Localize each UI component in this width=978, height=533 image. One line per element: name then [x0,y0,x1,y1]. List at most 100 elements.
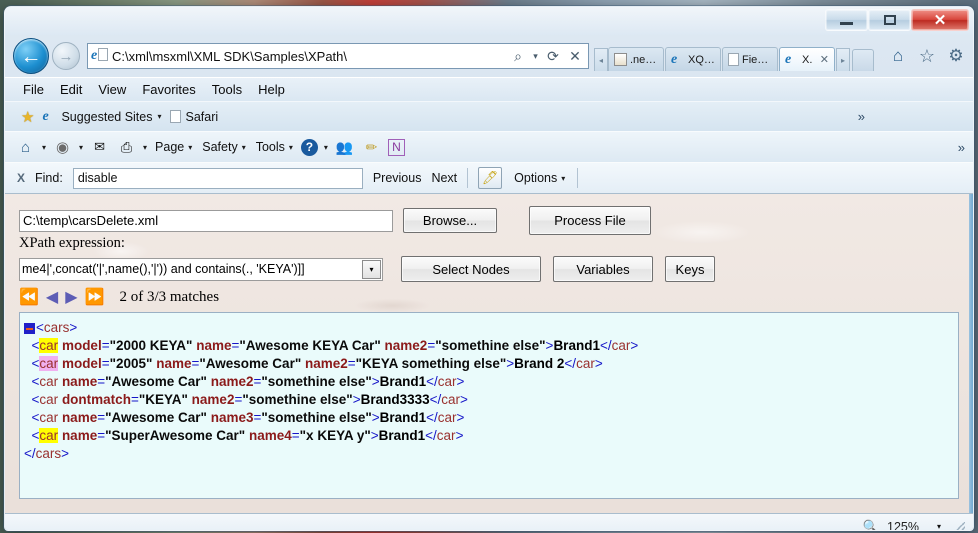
next-match-icon[interactable]: ▶ [65,289,77,306]
command-bar-overflow-icon[interactable]: » [958,140,965,155]
xpath-row: me4|',concat('|',name(),'|')) and contai… [19,256,715,282]
feeds-dropdown-icon[interactable]: ▾ [79,143,83,152]
menu-favorites[interactable]: Favorites [142,82,195,97]
forward-button[interactable]: → [52,42,80,70]
tab-close-icon[interactable]: ✕ [820,53,829,66]
page-content: C:\temp\carsDelete.xml Browse... Process… [5,194,973,513]
chevron-down-icon[interactable]: ▾ [362,259,381,279]
menu-bar: File Edit View Favorites Tools Help [5,77,973,101]
tools-menu[interactable]: Tools ▾ [254,140,295,154]
xpath-expression-input[interactable]: me4|',concat('|',name(),'|')) and contai… [20,259,362,280]
address-bar[interactable]: e C:\xml\msxml\XML SDK\Samples\XPath\ ⌕ … [87,43,589,69]
page-menu-label: Page [155,140,185,154]
match-navigation-row: ⏪ ◀ ▶ ⏩ 2 of 3/3 matches [19,289,219,306]
file-path-input[interactable]: C:\temp\carsDelete.xml [19,209,393,232]
tab-scroll-right-button[interactable]: ▸ [836,48,850,71]
back-arrow-icon: ← [20,44,42,68]
search-dropdown-icon[interactable]: ▾ [529,45,542,67]
print-icon[interactable]: ⎙ [116,137,137,157]
forward-arrow-icon: → [58,47,74,65]
xml-line: <car name="SuperAwesome Car" name4="x KE… [31,428,464,443]
tab-dotnet[interactable]: .ne… [608,47,664,71]
find-label: Find: [35,171,63,185]
menu-help[interactable]: Help [258,82,285,97]
xml-viewer[interactable]: <cars> <car model="2000 KEYA" name="Awes… [19,312,959,499]
close-button[interactable]: ✕ [911,9,969,31]
highlighter-pen-icon[interactable]: ✏ [361,137,382,157]
previous-match-icon[interactable]: ◀ [46,289,58,306]
home-dropdown-icon[interactable]: ▾ [42,143,46,152]
help-dropdown-icon[interactable]: ▾ [324,143,328,152]
resize-grip[interactable] [955,521,965,530]
find-previous-button[interactable]: Previous [373,171,422,185]
favorites-suggested-sites[interactable]: e Suggested Sites ▾ [42,108,162,124]
divider [577,168,579,188]
safety-menu-label: Safety [202,140,238,154]
print-dropdown-icon[interactable]: ▾ [143,143,147,152]
rss-feeds-icon[interactable]: ◉ [52,137,73,157]
browse-button[interactable]: Browse... [403,208,497,233]
help-icon[interactable]: ? [300,138,318,156]
find-input[interactable]: disable [72,167,363,189]
xml-line: <car name="Awesome Car" name3="somethine… [31,410,465,425]
xpath-expression-label: XPath expression: [19,235,125,251]
search-icon[interactable]: ⌕ [507,45,529,67]
collapse-toggle-icon[interactable] [24,322,35,334]
tab-scroll-left-button[interactable]: ◂ [594,48,608,71]
xml-tag-name: car [39,410,59,425]
maximize-button[interactable] [868,9,911,31]
home-icon[interactable]: ⌂ [887,45,909,67]
xpath-expression-combobox[interactable]: me4|',concat('|',name(),'|')) and contai… [19,257,383,281]
menu-tools[interactable]: Tools [212,82,242,97]
highlighter-icon: 🖊 [481,170,499,185]
stop-icon[interactable]: ✕ [564,45,586,67]
keys-button[interactable]: Keys [665,256,715,282]
tab-fie[interactable]: Fie… [722,47,778,71]
internet-explorer-window: ✕ ← → e C:\xml\msxml\XML SDK\Samples\XPa… [4,6,974,531]
process-file-button[interactable]: Process File [529,206,651,235]
variables-button[interactable]: Variables [553,256,653,282]
ie-icon: e [42,108,49,124]
home-icon[interactable]: ⌂ [15,137,36,157]
xml-tag-name: car [39,428,59,443]
favorites-overflow-icon[interactable]: » [858,109,865,124]
back-button[interactable]: ← [13,38,49,74]
command-bar: ⌂ ▾ ◉ ▾ ✉ ⎙ ▾ Page ▾ Safety ▾ Tools ▾ ? … [5,131,973,162]
chevron-down-icon[interactable]: ▾ [158,112,162,121]
favorites-star-icon[interactable]: ☆ [916,45,938,67]
menu-view[interactable]: View [98,82,126,97]
menu-file[interactable]: File [23,82,44,97]
tab-x-active[interactable]: e X. ✕ [779,47,835,71]
safety-menu[interactable]: Safety ▾ [200,140,247,154]
minimize-button[interactable] [825,9,868,31]
onenote-icon[interactable]: N [387,138,405,156]
favorites-safari[interactable]: Safari [169,110,218,124]
find-close-icon[interactable]: X [17,171,25,185]
title-bar: ✕ [5,7,973,35]
select-nodes-button[interactable]: Select Nodes [401,256,541,282]
xml-tag-name: car [39,374,59,389]
zoom-icon[interactable]: 🔍 [863,519,879,531]
messenger-icon[interactable]: 👥 [334,137,355,157]
gear-icon[interactable]: ⚙ [945,45,967,67]
status-bar: 🔍 125% ▾ [5,513,973,531]
new-tab-button[interactable] [852,49,874,71]
tab-label: .ne… [630,53,657,66]
first-match-icon[interactable]: ⏪ [19,289,39,306]
page-menu[interactable]: Page ▾ [153,140,194,154]
navigation-right-icons: ⌂ ☆ ⚙ [887,45,967,67]
last-match-icon[interactable]: ⏩ [85,289,105,306]
menu-edit[interactable]: Edit [60,82,82,97]
page-scrollbar[interactable] [969,194,973,513]
tab-xq[interactable]: e XQ… [665,47,721,71]
zoom-dropdown-icon[interactable]: ▾ [937,522,941,530]
feed-icon [614,53,627,66]
add-favorites-icon[interactable]: ★ [21,108,34,126]
mail-icon[interactable]: ✉ [89,137,110,157]
find-next-button[interactable]: Next [431,171,457,185]
chevron-down-icon: ▾ [561,173,566,183]
xml-tag-name: car [39,392,59,407]
refresh-icon[interactable]: ⟳ [542,45,564,67]
highlight-all-matches-button[interactable]: 🖊 [478,167,503,189]
find-options-menu[interactable]: Options ▾ [512,171,567,185]
